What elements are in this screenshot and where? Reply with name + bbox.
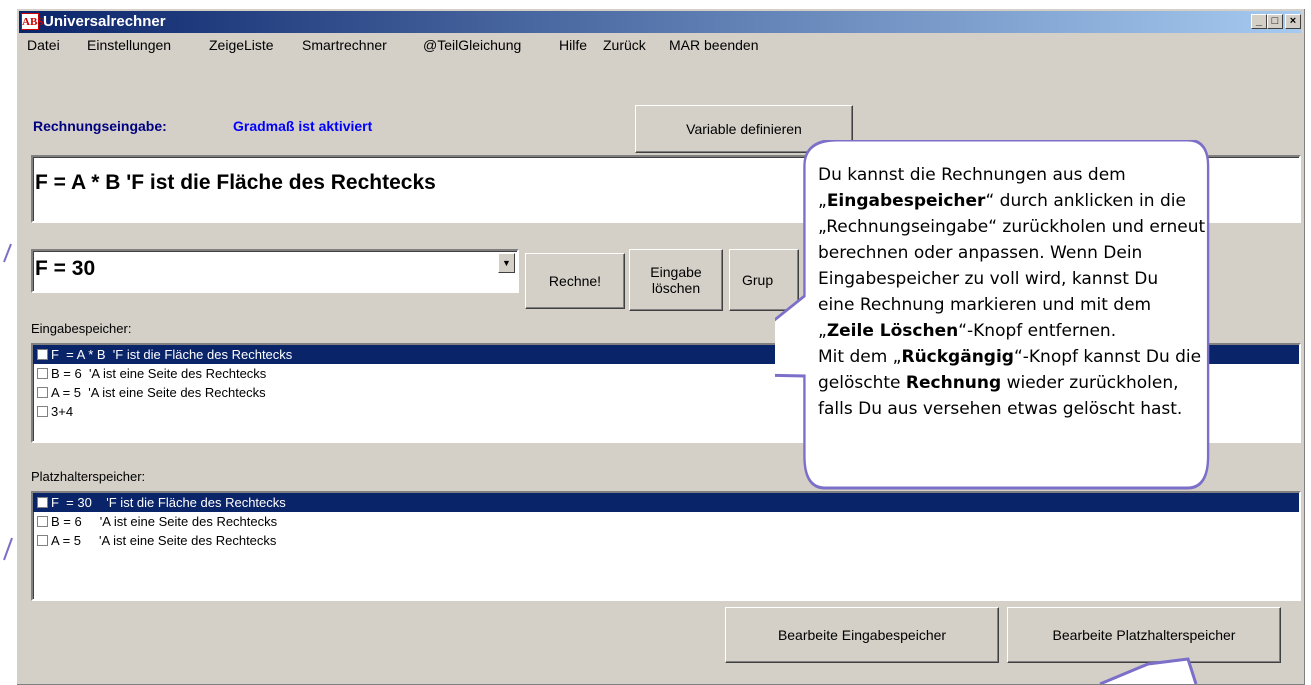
callout-line: „Eingabespeicher“ durch anklicken in die <box>818 191 1186 211</box>
annotation-stroke-left-top <box>3 243 12 263</box>
callout-line: gelöschte Rechnung wieder zurückholen, <box>818 373 1179 393</box>
callout-line: Eingabespeicher zu voll wird, kannst Du <box>818 269 1159 289</box>
callout-line: berechnen oder anpassen. Wenn Dein <box>818 243 1143 263</box>
callout-line: eine Rechnung markieren und mit dem <box>818 295 1152 315</box>
callout-text: Du kannst die Rechnungen aus dem „Eingab… <box>818 162 1298 422</box>
callout-line: Du kannst die Rechnungen aus dem <box>818 165 1126 185</box>
annotation-callout-bottom <box>1099 657 1198 684</box>
callout-line: falls Du aus versehen etwas gelöscht has… <box>818 399 1183 419</box>
callout-line: „Zeile Löschen“-Knopf entfernen. <box>818 321 1117 341</box>
callout-line: Mit dem „Rückgängig“-Knopf kannst Du die <box>818 347 1202 367</box>
annotation-stroke-left-bottom <box>3 537 13 561</box>
callout-line: „Rechnungseingabe“ zurückholen und erneu… <box>818 217 1206 237</box>
